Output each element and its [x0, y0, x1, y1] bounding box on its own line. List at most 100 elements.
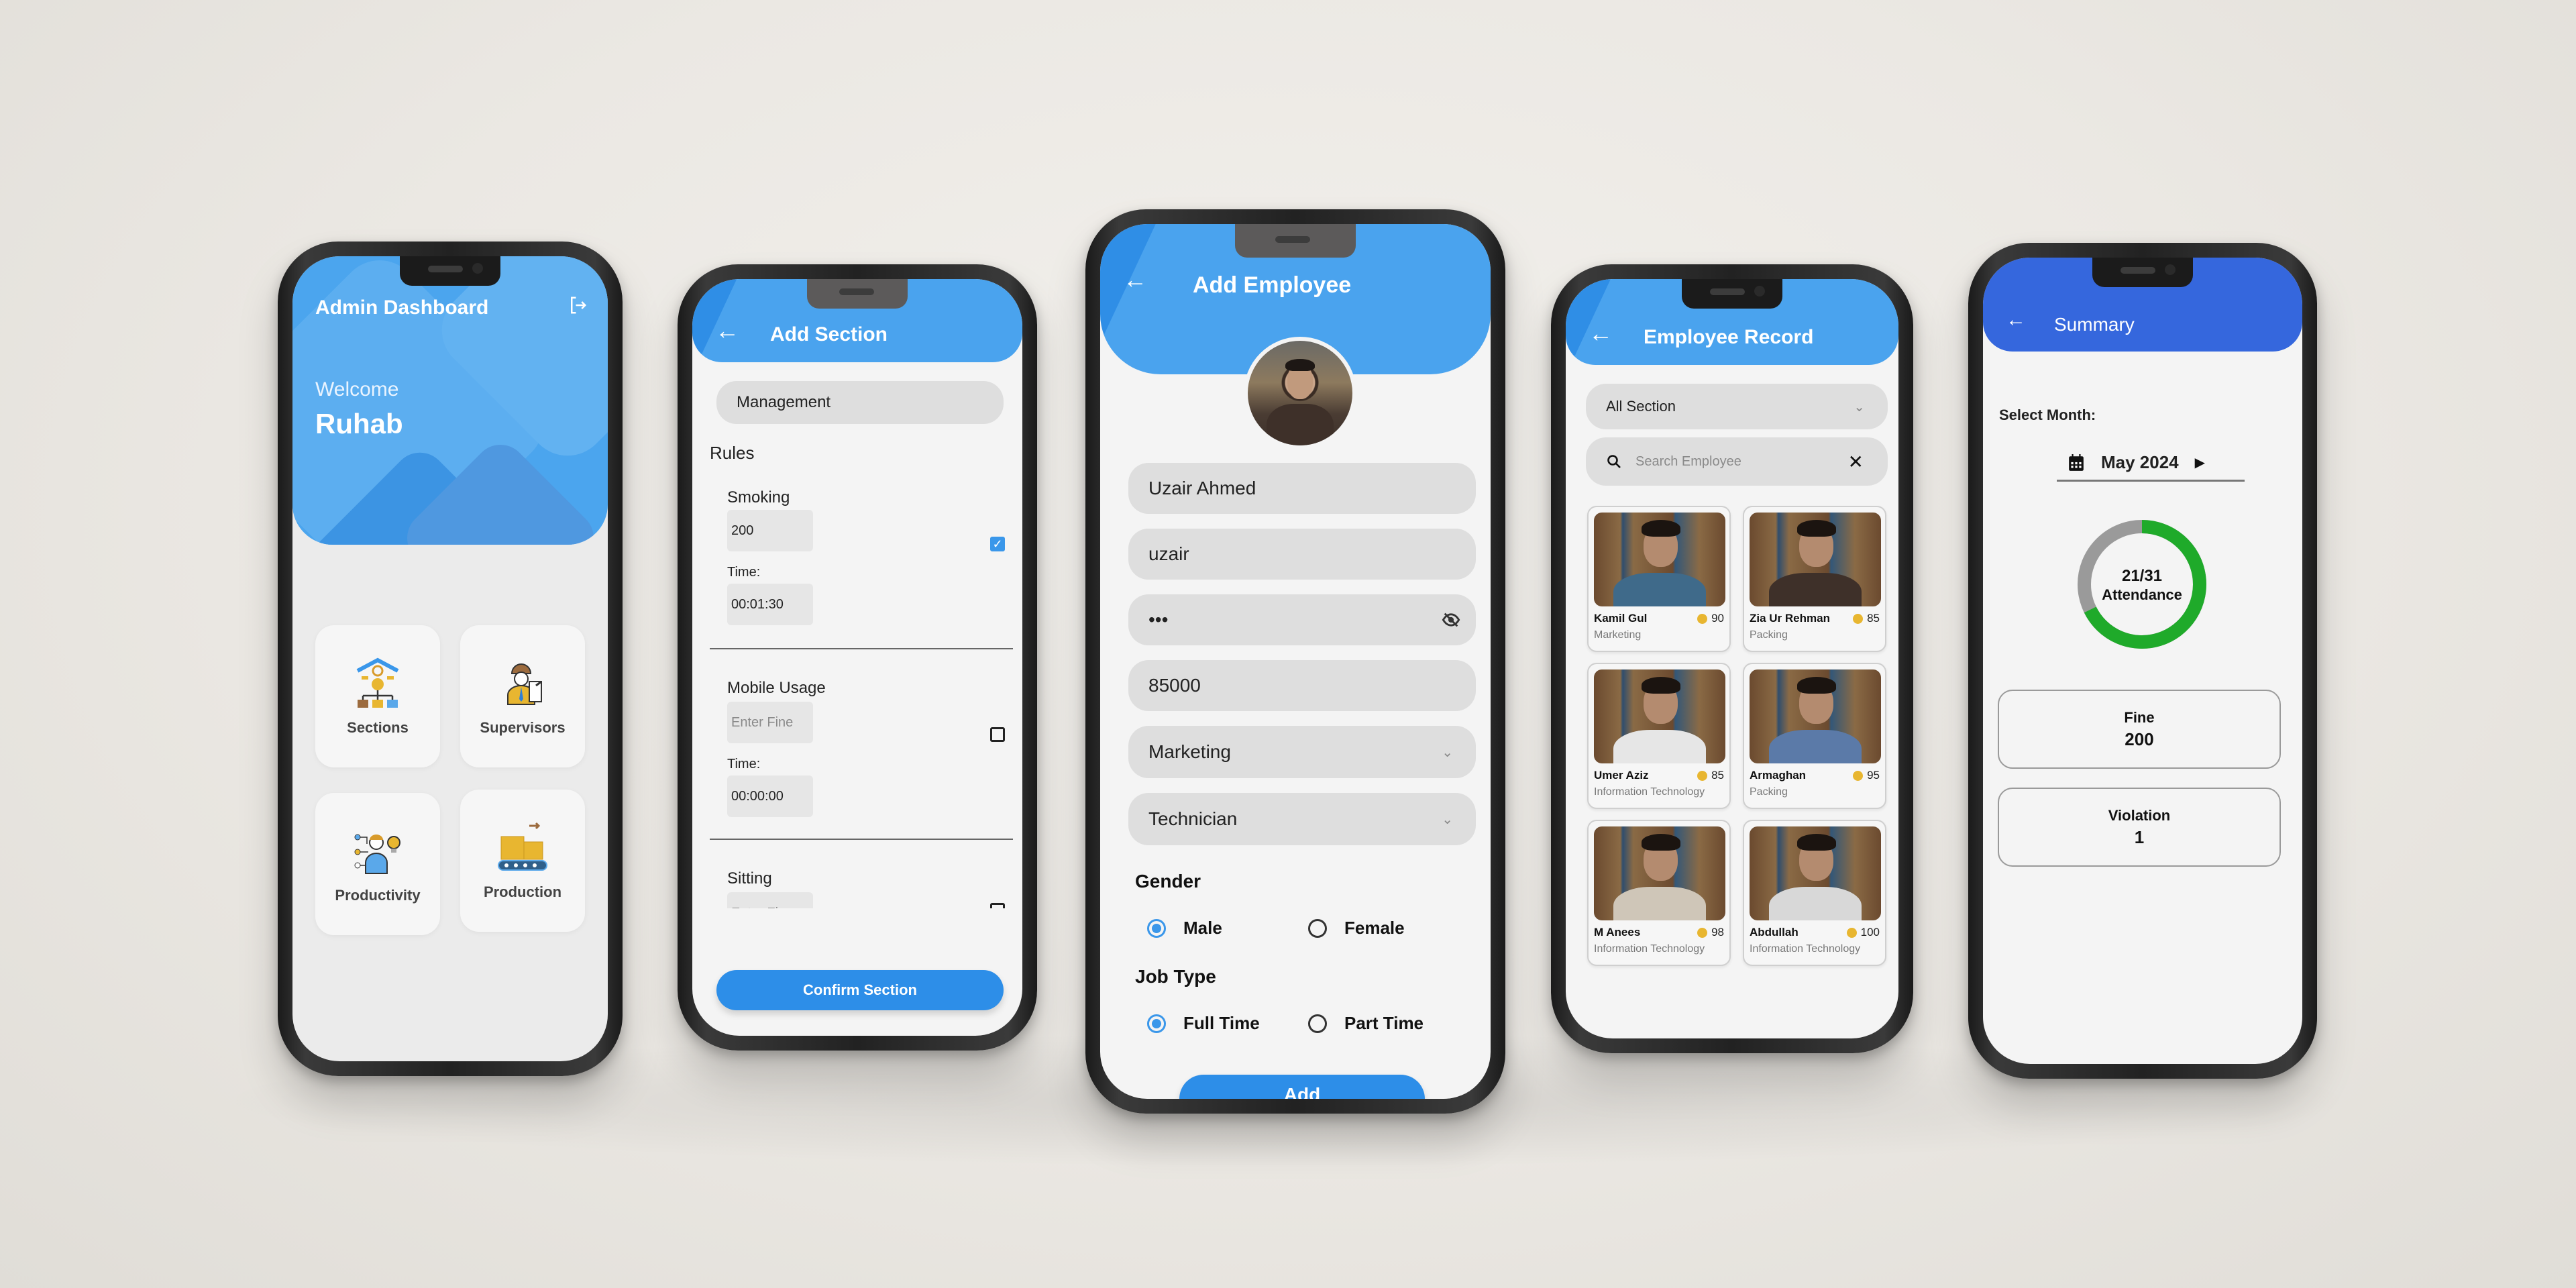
chevron-down-icon: ⌄	[1854, 399, 1865, 415]
employee-avatar[interactable]	[1244, 337, 1356, 449]
time-input[interactable]: 00:01:30	[727, 584, 813, 625]
section-filter-value: All Section	[1606, 398, 1676, 415]
employee-department: Packing	[1750, 786, 1788, 798]
coin-icon	[1697, 927, 1708, 938]
violation-label: Violation	[2108, 806, 2171, 824]
coin-icon	[1846, 927, 1857, 938]
page-title: Summary	[2054, 314, 2135, 335]
coin-icon	[1853, 613, 1864, 624]
page-title: Admin Dashboard	[315, 297, 489, 319]
employee-card[interactable]: Abdullah 100 Information Technology	[1743, 820, 1886, 966]
employee-card[interactable]: M Anees 98 Information Technology	[1587, 820, 1731, 966]
month-picker[interactable]: May 2024 ▶	[2057, 445, 2245, 482]
employee-name: M Anees	[1594, 926, 1641, 938]
employee-card[interactable]: Armaghan 95 Packing	[1743, 663, 1886, 809]
employee-card[interactable]: Umer Aziz 85 Information Technology	[1587, 663, 1731, 809]
phone-notch	[2092, 258, 2193, 287]
conveyor-icon	[498, 822, 547, 871]
screen-add-employee: ← Add Employee Uzair Ahmed uzair ••• 850…	[1100, 224, 1491, 1099]
add-employee-button[interactable]: Add	[1179, 1075, 1425, 1099]
phone-notch	[1235, 224, 1356, 258]
fine-input[interactable]: 200	[727, 510, 813, 551]
score-value: 98	[1711, 926, 1724, 938]
calendar-icon	[2069, 453, 2084, 471]
fine-card: Fine 200	[1998, 690, 2281, 769]
select-month-label: Select Month:	[1999, 407, 2096, 423]
time-label: Time:	[727, 565, 761, 580]
rule-checkbox[interactable]	[990, 903, 1005, 908]
salary-input[interactable]: 85000	[1128, 660, 1476, 711]
attendance-label: Attendance	[2102, 586, 2182, 603]
tile-label: Production	[483, 883, 562, 900]
back-arrow-icon[interactable]: ←	[1123, 266, 1147, 294]
employee-photo	[1594, 669, 1725, 763]
phone-employee-record: ← Employee Record All Section ⌄ Search E…	[1551, 264, 1913, 1053]
employee-score: 98	[1697, 926, 1724, 939]
welcome-label: Welcome	[315, 378, 399, 400]
score-value: 90	[1711, 612, 1724, 625]
employee-card[interactable]: Kamil Gul 90 Marketing	[1587, 506, 1731, 652]
password-value: •••	[1148, 609, 1169, 630]
screen-add-section: ← Add Section Management Rules Smoking 2…	[692, 279, 1022, 1036]
logout-icon[interactable]	[568, 295, 588, 320]
radio-label: Full Time	[1183, 1013, 1260, 1033]
attendance-donut: 21/31 Attendance	[2078, 520, 2206, 649]
section-filter-dropdown[interactable]: All Section ⌄	[1586, 384, 1888, 429]
violation-value: 1	[2134, 826, 2145, 847]
tile-supervisors[interactable]: Supervisors	[460, 625, 585, 767]
employee-name: Zia Ur Rehman	[1750, 612, 1830, 625]
fine-input[interactable]: Enter Fine	[727, 702, 813, 743]
page-title: Add Employee	[1193, 272, 1352, 298]
sections-org-icon	[356, 657, 399, 708]
phone-admin-dashboard: Admin Dashboard Welcome Ruhab Sections S…	[278, 241, 623, 1076]
phone-add-employee: ← Add Employee Uzair Ahmed uzair ••• 850…	[1085, 209, 1505, 1114]
section-name-input[interactable]: Management	[716, 381, 1004, 424]
employee-department: Marketing	[1594, 629, 1642, 641]
next-month-icon[interactable]: ▶	[2195, 454, 2205, 471]
phone-notch	[807, 279, 908, 309]
clear-search-icon[interactable]: ✕	[1848, 451, 1864, 473]
phone-add-section: ← Add Section Management Rules Smoking 2…	[678, 264, 1037, 1051]
tile-production[interactable]: Production	[460, 790, 585, 932]
employee-card[interactable]: Zia Ur Rehman 85 Packing	[1743, 506, 1886, 652]
username-input[interactable]: uzair	[1128, 529, 1476, 580]
employee-score: 100	[1846, 926, 1880, 939]
employee-score: 90	[1697, 612, 1724, 625]
password-input[interactable]: •••	[1128, 594, 1476, 645]
rule-checkbox[interactable]	[990, 727, 1005, 742]
employee-photo	[1750, 826, 1881, 920]
search-icon	[1607, 455, 1621, 468]
back-arrow-icon[interactable]: ←	[1589, 319, 1613, 347]
coin-icon	[1853, 770, 1864, 781]
full-name-input[interactable]: Uzair Ahmed	[1128, 463, 1476, 514]
tile-productivity[interactable]: Productivity	[315, 793, 440, 935]
radio-male[interactable]	[1147, 919, 1166, 938]
confirm-section-button[interactable]: Confirm Section	[716, 970, 1004, 1010]
employee-department: Information Technology	[1594, 786, 1705, 798]
rule-checkbox-checked[interactable]: ✓	[990, 537, 1005, 551]
role-dropdown[interactable]: Technician ⌄	[1128, 793, 1476, 845]
section-value: Marketing	[1148, 741, 1231, 762]
attendance-count: 21/31	[2122, 567, 2162, 585]
section-dropdown[interactable]: Marketing ⌄	[1128, 726, 1476, 778]
tile-sections[interactable]: Sections	[315, 625, 440, 767]
score-value: 100	[1860, 926, 1880, 938]
chevron-down-icon: ⌄	[1442, 745, 1453, 760]
back-arrow-icon[interactable]: ←	[2006, 309, 2026, 331]
violation-card: Violation 1	[1998, 788, 2281, 867]
employee-photo	[1594, 826, 1725, 920]
visibility-off-icon[interactable]	[1441, 610, 1461, 629]
divider	[710, 648, 1013, 649]
radio-full-time[interactable]	[1147, 1014, 1166, 1033]
rule-name: Smoking	[727, 488, 790, 506]
search-input[interactable]: Search Employee ✕	[1586, 437, 1888, 486]
employee-department: Packing	[1750, 629, 1788, 641]
time-input[interactable]: 00:00:00	[727, 775, 813, 817]
radio-part-time[interactable]	[1308, 1014, 1327, 1033]
search-placeholder: Search Employee	[1635, 453, 1741, 469]
radio-label: Male	[1183, 918, 1222, 938]
employee-name: Kamil Gul	[1594, 612, 1648, 625]
fine-input[interactable]: Enter Fine	[727, 892, 813, 908]
back-arrow-icon[interactable]: ←	[715, 317, 739, 345]
radio-female[interactable]	[1308, 919, 1327, 938]
